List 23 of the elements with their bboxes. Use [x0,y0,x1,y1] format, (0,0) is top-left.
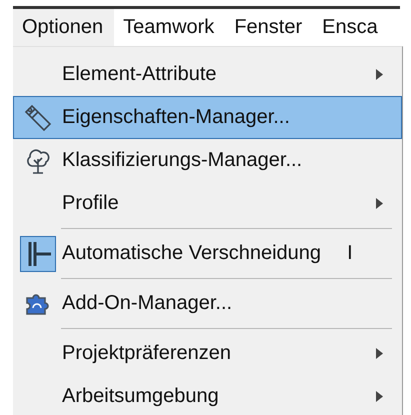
tree-icon [24,146,52,174]
menu-item[interactable]: Projektpräferenzen [13,332,402,375]
menu-item-label: Profile [62,192,119,215]
menu-item-label: Element-Attribute [62,63,217,86]
menu-item-label: Klassifizierungs-Manager... [62,149,302,172]
menu-item[interactable]: Arbeitsumgebung [13,375,402,415]
menu-item-label: Eigenschaften-Manager... [62,106,290,129]
tag-icon [23,102,53,132]
menu-bar-item[interactable]: Optionen [13,9,114,46]
menu-item[interactable]: Element-Attribute [13,53,402,96]
menu-bar-item[interactable]: Ensca [313,9,389,46]
menu-item-label: Arbeitsumgebung [62,385,219,408]
shortcut-key: I [347,242,353,265]
menu-item-label: Projektpräferenzen [62,342,231,365]
menu-item-label: Add-On-Manager... [62,292,232,315]
menu-item[interactable]: Eigenschaften-Manager... [13,96,402,139]
menu-item[interactable]: Profile [13,182,402,225]
menu-item[interactable]: Automatische Verschneidung I [13,232,402,275]
menu-bar-item[interactable]: Fenster [225,9,314,46]
menu-item[interactable]: Klassifizierungs-Manager... [13,139,402,182]
menu-item-label: Automatische Verschneidung [62,242,322,265]
menu-item[interactable]: Add-On-Manager... [13,282,402,325]
menu-bar-item[interactable]: Teamwork [114,9,226,46]
